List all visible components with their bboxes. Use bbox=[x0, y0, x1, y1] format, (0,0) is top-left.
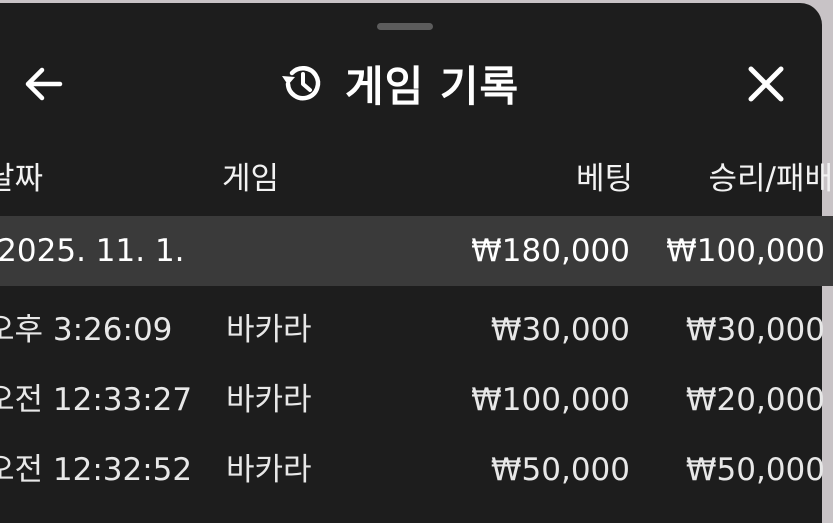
column-header-date[interactable]: 날짜 bbox=[0, 157, 43, 201]
summary-result: ₩100,000 bbox=[666, 233, 825, 269]
page-title: 게임 기록 bbox=[345, 61, 520, 111]
row-game: 바카라 bbox=[226, 312, 312, 348]
row-result: ₩50,000 bbox=[685, 452, 825, 488]
close-button[interactable] bbox=[738, 56, 794, 112]
row-time: 오전 12:32:52 bbox=[0, 452, 193, 488]
column-header-bet[interactable]: 베팅 bbox=[576, 157, 633, 201]
close-icon bbox=[748, 66, 784, 102]
column-header-game[interactable]: 게임 bbox=[222, 157, 279, 201]
column-header-result[interactable]: 승리/패배 bbox=[708, 157, 833, 201]
row-result: ₩20,000 bbox=[685, 382, 825, 418]
row-time: 오전 12:33:27 bbox=[0, 382, 193, 418]
back-button[interactable] bbox=[18, 58, 70, 110]
table-row[interactable]: 오후 3:26:09 바카라 ₩30,000 ₩30,000 bbox=[0, 295, 833, 365]
history-icon bbox=[282, 65, 321, 101]
summary-bet: ₩180,000 bbox=[471, 233, 630, 269]
row-bet: ₩50,000 bbox=[490, 452, 630, 488]
row-bet: ₩100,000 bbox=[471, 382, 630, 418]
row-time: 오후 3:26:09 bbox=[0, 312, 173, 348]
row-game: 바카라 bbox=[226, 382, 312, 418]
sheet-header: 게임 기록 bbox=[277, 55, 519, 111]
drag-handle[interactable] bbox=[377, 23, 433, 30]
row-game: 바카라 bbox=[226, 452, 312, 488]
row-bet: ₩30,000 bbox=[490, 312, 630, 348]
summary-date: -2025. 11. 1. bbox=[0, 233, 185, 269]
table-row[interactable]: 오전 12:33:27 바카라 ₩100,000 ₩20,000 bbox=[0, 365, 833, 435]
table-row[interactable]: 오전 12:32:52 바카라 ₩50,000 ₩50,000 bbox=[0, 435, 833, 505]
arrow-left-icon bbox=[25, 67, 63, 101]
date-summary-row[interactable]: -2025. 11. 1. ₩180,000 ₩100,000 bbox=[0, 216, 833, 286]
row-result: ₩30,000 bbox=[685, 312, 825, 348]
